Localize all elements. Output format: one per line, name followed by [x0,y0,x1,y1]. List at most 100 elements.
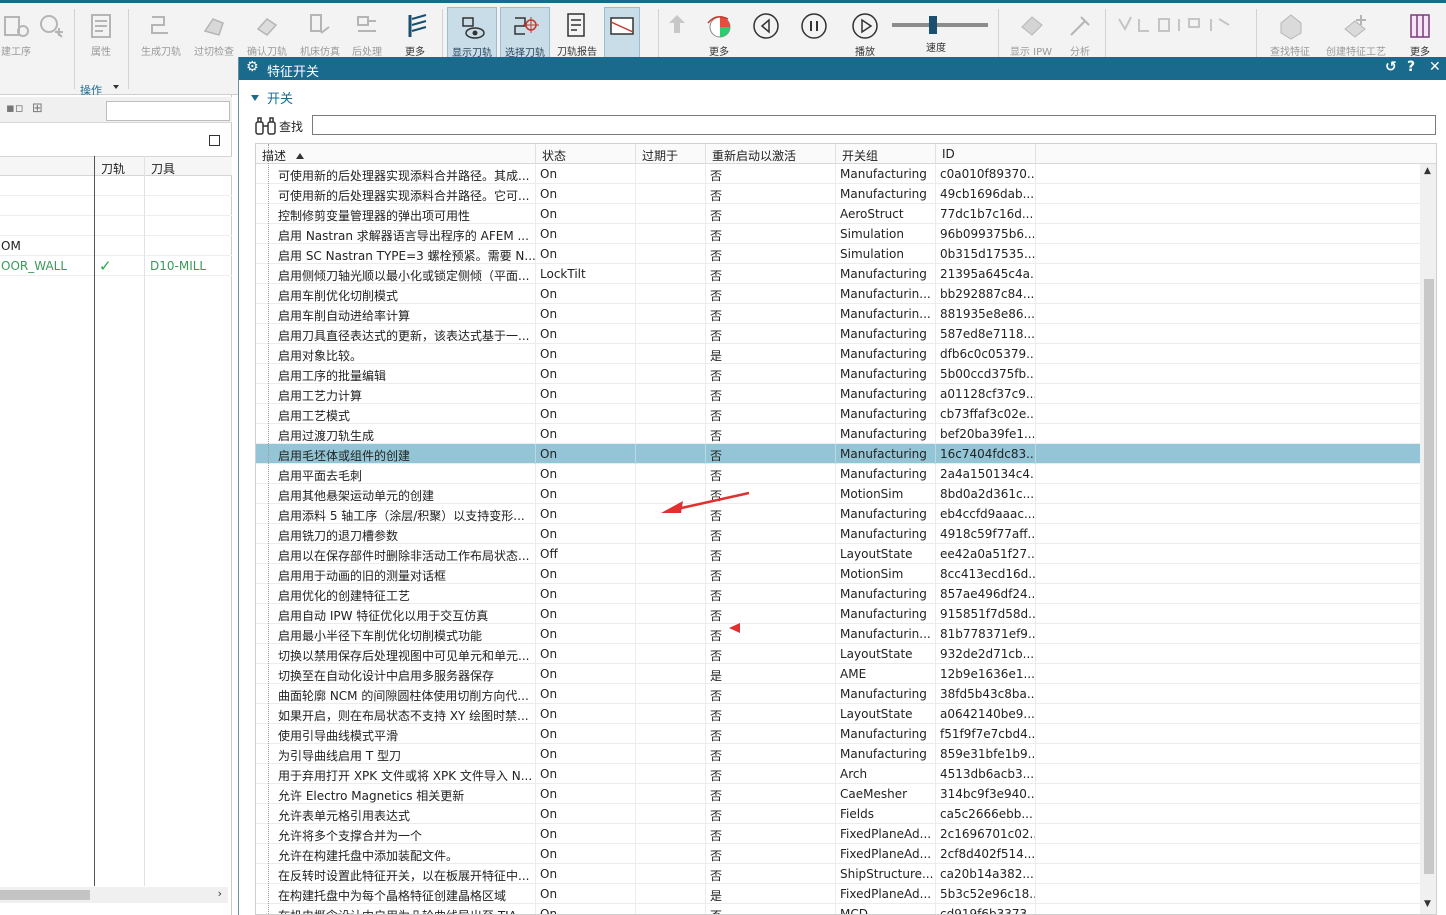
column-desc[interactable]: 描述 [256,144,536,164]
navigator-row[interactable] [0,196,232,216]
table-row[interactable]: 启用工序的批量编辑 On 否 Manufacturing 5b00ccd375fb... [256,364,1420,384]
show-ipw-button[interactable]: 显示 IPW [1004,7,1058,61]
column-group[interactable]: 开关组 [836,144,936,164]
find-input[interactable] [312,115,1436,135]
cell-expires [636,204,706,224]
table-row[interactable]: 启用过渡刀轨生成 On 否 Manufacturing bef20ba39fe1... [256,424,1420,444]
table-row[interactable]: 启用对象比较。 On 是 Manufacturing dfb6c0c05379... [256,344,1420,364]
confirm-path-button[interactable]: 确认刀轨 [242,7,292,61]
navigator-row[interactable] [0,176,232,196]
table-row[interactable]: 启用自动 IPW 特征优化以用于交互仿真 On 否 Manufacturing 9158… [256,604,1420,624]
speed-slider-track[interactable] [892,23,988,27]
navigator-filter-icon[interactable]: ⊞ [32,101,43,116]
horizontal-scrollbar[interactable]: › [0,887,228,903]
scroll-down-icon[interactable]: ▼ [1424,899,1431,909]
reset-icon[interactable]: ↺ [1385,59,1397,75]
table-row[interactable]: 启用铣刀的退刀槽参数 On 否 Manufacturing 4918c59f77aff.… [256,524,1420,544]
column-expires[interactable]: 过期于 [636,144,706,164]
navigator-search-input[interactable] [106,101,230,121]
table-row[interactable]: 控制修剪变量管理器的弹出项可用性 On 否 AeroStruct 77dc1b7c16d… [256,204,1420,224]
path-report-button[interactable]: 刀轨报告 [553,7,601,61]
table-row[interactable]: 允许将多个支撑合并为一个 On 否 FixedPlaneAd... 2c1696701c… [256,824,1420,844]
vertical-scrollbar[interactable]: ▲ ▼ [1420,164,1436,914]
verify-button[interactable]: 过切检查 [190,7,238,61]
switch-section-header[interactable]: 开关 [251,88,293,107]
table-row[interactable]: 启用工艺模式 On 否 Manufacturing cb73ffaf3c02e... [256,404,1420,424]
table-row[interactable]: 允许在构建托盘中添加装配文件。 On 否 FixedPlaneAd... 2cf8d40… [256,844,1420,864]
cell-id: f51f9f7e7cbd4... [936,724,1036,744]
red-arrow-annotation [661,491,750,513]
help-icon[interactable]: ? [1407,59,1415,75]
table-row[interactable]: 启用优化的创建特征工艺 On 否 Manufacturing 857ae496df24.… [256,584,1420,604]
play-button[interactable]: 播放 [846,7,884,61]
table-row[interactable]: 切换至在自动化设计中启用多服务器保存 On 是 AME 12b9e1636e1... [256,664,1420,684]
table-row[interactable]: 可使用新的后处理器实现添料合并路径。它可... On 否 Manufacturing 4… [256,184,1420,204]
pause-button[interactable] [798,7,830,61]
machine-sim-button[interactable]: 机床仿真 [296,7,344,61]
column-toolpath[interactable]: 刀轨 [101,160,125,177]
cell-expires [636,184,706,204]
navigator-row[interactable]: OM [0,236,232,256]
operation-group-dropdown-icon[interactable] [113,85,119,89]
table-row[interactable]: 启用以在保存部件时删除非活动工作布局状态... Off 否 LayoutState ee… [256,544,1420,564]
postprocess-button[interactable]: 后处理 [346,7,388,61]
table-row[interactable]: 启用工艺力计算 On 否 Manufacturing a01128cf37c9... [256,384,1420,404]
navigator-row[interactable] [0,216,232,236]
cell-description: 用于弃用打开 XPK 文件或将 XPK 文件导入 N... [274,764,536,784]
table-row[interactable]: 用于弃用打开 XPK 文件或将 XPK 文件导入 N... On 否 Arch 4513… [256,764,1420,784]
create-operation-button[interactable]: 建工序 [0,7,32,61]
column-state[interactable]: 状态 [536,144,636,164]
show-path-button[interactable]: 显示刀轨 [447,7,497,61]
step-up-button[interactable] [662,7,692,61]
find-feature-button[interactable]: 查找特征 [1262,7,1318,61]
scrollbar-thumb[interactable] [0,890,90,900]
table-row[interactable]: 如果开启，则在布局状态不支持 XY 绘图时禁... On 否 LayoutState a… [256,704,1420,724]
speed-slider-handle[interactable] [929,16,937,34]
step-back-button[interactable] [750,7,782,61]
column-tool[interactable]: 刀具 [151,160,175,177]
table-row[interactable]: 曲面轮廓 NCM 的间隙圆柱体使用切削方向代... On 否 Manufacturin… [256,684,1420,704]
table-row[interactable]: 允许 Electro Magnetics 相关更新 On 否 CaeMesher 314… [256,784,1420,804]
table-row[interactable]: 在构建托盘中为每个晶格特征创建晶格区域 On 是 FixedPlaneAd... 5b3… [256,884,1420,904]
table-row[interactable]: 启用刀具直径表达式的更新，该表达式基于一... On 否 Manufacturing 5… [256,324,1420,344]
generate-path-button[interactable]: 生成刀轨 [134,7,188,61]
scrollbar-thumb[interactable] [1424,279,1434,874]
select-path-button[interactable]: 选择刀轨 [500,7,550,61]
navigator-row[interactable]: OOR_WALL ✓ D10-MILL [0,256,232,276]
column-id[interactable]: ID [936,144,1036,164]
scroll-right-icon[interactable]: › [218,887,222,900]
table-row[interactable]: 启用最小半径下车削优化切削模式功能 On 否 Manufacturin... 81b77… [256,624,1420,644]
analyze-button[interactable]: 分析 [1060,7,1100,61]
more-view-button[interactable] [604,7,640,61]
table-row[interactable]: 为引导曲线启用 T 型刀 On 否 Manufacturing 859e31bfe1b9… [256,744,1420,764]
scroll-up-icon[interactable]: ▲ [1424,166,1431,176]
properties-button[interactable]: 属性 [78,7,124,61]
table-row[interactable]: 使用引导曲线模式平滑 On 否 Manufacturing f51f9f7e7cbd4.… [256,724,1420,744]
table-row[interactable]: 启用用于动画的旧的测量对话框 On 否 MotionSim 8cc413ecd16d..… [256,564,1420,584]
column-restart[interactable]: 重新启动以激活 [706,144,836,164]
table-row[interactable]: 切换以禁用保存后处理视图中可见单元和单元... On 否 LayoutState 932… [256,644,1420,664]
add-icon-button[interactable] [36,7,66,61]
maximize-icon[interactable] [209,135,220,146]
table-row[interactable]: 启用 SC Nastran TYPE=3 螺栓预紧。需要 N... On 否 Simu… [256,244,1420,264]
table-row[interactable]: 启用平面去毛刺 On 否 Manufacturing 2a4a150134c4... [256,464,1420,484]
table-row[interactable]: 启用毛坯体或组件的创建 On 否 Manufacturing 16c7404fdc83.… [256,444,1420,464]
more-button-2[interactable]: 更多 [698,7,740,61]
feature-tools-group[interactable] [1110,7,1250,61]
more-button-3[interactable]: 更多 [1398,7,1442,61]
table-row[interactable]: 允许表单元格引用表达式 On 否 Fields ca5c2666ebb... [256,804,1420,824]
table-row[interactable]: 启用添料 5 轴工序（涂层/积聚）以支持变形... On 否 Manufacturin… [256,504,1420,524]
table-row[interactable]: 在机电概念设计中启用为凸轮曲线导出至 TIA...On 否MCDcd919f6b3… [256,904,1420,914]
table-row[interactable]: 启用其他悬架运动单元的创建 On 否 MotionSim 8bd0a2d361c... [256,484,1420,504]
close-icon[interactable]: ✕ [1429,59,1441,75]
table-row[interactable]: 启用侧倾刀轴光顺以最小化或锁定侧倾（平面... LockTilt 否 Manufact… [256,264,1420,284]
navigator-tool-icon[interactable]: ▪▫ [6,101,24,116]
table-row[interactable]: 可使用新的后处理器实现添料合并路径。其成... On 否 Manufacturing c… [256,164,1420,184]
pause-icon [801,13,827,39]
table-row[interactable]: 启用车削优化切削模式 On 否 Manufacturin... bb292887c84.… [256,284,1420,304]
table-row[interactable]: 启用 Nastran 求解器语言导出程序的 AFEM ... On 否 Simulat… [256,224,1420,244]
create-feature-process-button[interactable]: 创建特征工艺 [1320,7,1392,61]
more-button-1[interactable]: 更多 [394,7,436,61]
table-row[interactable]: 启用车削自动进给率计算 On 否 Manufacturin... 881935e8e86… [256,304,1420,324]
table-row[interactable]: 在反转时设置此特征开关，以在板展开特征中... On 否 ShipStructure.… [256,864,1420,884]
